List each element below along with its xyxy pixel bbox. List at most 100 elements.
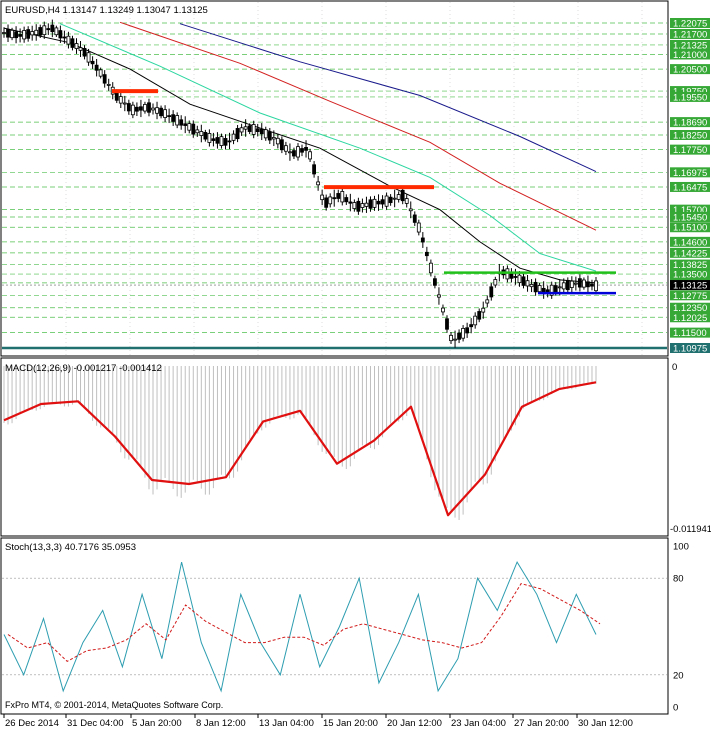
candle-body — [561, 282, 566, 290]
candle-body — [312, 164, 316, 175]
candle-body — [251, 124, 256, 135]
candle-body — [179, 119, 184, 126]
candle-body — [320, 194, 325, 201]
candle-body — [582, 279, 586, 288]
macd-top-label: 0 — [672, 362, 677, 373]
candle-body — [449, 334, 453, 342]
candle-body — [130, 104, 135, 116]
candle-body — [493, 279, 498, 286]
candle-body — [38, 27, 43, 36]
candle-body — [155, 107, 159, 114]
candle-body — [376, 200, 381, 205]
candle-body — [211, 138, 216, 141]
candle-body — [98, 69, 103, 77]
candle-body — [533, 281, 538, 293]
candle-body — [10, 29, 14, 39]
candle-body — [437, 294, 441, 298]
candle-body — [22, 30, 27, 40]
candle-body — [412, 214, 417, 223]
candle-body — [187, 123, 192, 131]
price-label: 1.12775 — [673, 291, 707, 302]
candle-body — [14, 31, 18, 39]
price-label: 1.12025 — [673, 313, 707, 324]
candle-body — [50, 24, 55, 33]
candle-body — [408, 208, 413, 212]
candle-body — [243, 126, 248, 130]
candle-body — [332, 197, 337, 200]
candle-body — [388, 196, 393, 204]
candle-body — [344, 197, 349, 203]
candle-body — [66, 35, 71, 45]
candle-body — [171, 114, 176, 122]
candle-body — [404, 198, 409, 204]
candle-body — [231, 133, 236, 141]
candle-body — [316, 181, 321, 186]
candle-body — [396, 194, 401, 200]
candle-body — [219, 136, 224, 147]
low-label: 1.10975 — [673, 344, 707, 355]
candle-body — [106, 83, 111, 86]
candle-body — [34, 29, 39, 36]
macd-panel-header: MACD(12,26,9) -0.001217 -0.001412 — [5, 363, 162, 374]
candle-body — [557, 286, 562, 289]
time-label: 15 Jan 20:00 — [323, 718, 378, 729]
candle-body — [6, 28, 10, 38]
stoch-level-label: 100 — [673, 542, 689, 553]
candle-body — [420, 237, 425, 243]
time-label: 5 Jan 20:00 — [132, 718, 182, 729]
candle-body — [259, 128, 264, 135]
candle-body — [573, 282, 578, 285]
candle-body — [207, 133, 212, 143]
price-label: 1.14225 — [673, 248, 707, 259]
candle-body — [453, 338, 457, 341]
price-label: 1.22075 — [673, 19, 707, 30]
candle-body — [102, 74, 107, 84]
candle-body — [175, 115, 180, 126]
candle-body — [284, 145, 288, 152]
candle-body — [2, 32, 6, 34]
candle-body — [151, 107, 155, 111]
candle-body — [457, 332, 461, 340]
candle-body — [594, 280, 598, 292]
candle-body — [356, 200, 361, 212]
candle-body — [445, 318, 449, 330]
macd-bottom-label: -0.011941 — [670, 524, 711, 535]
candle-body — [340, 191, 345, 203]
candle-body — [86, 52, 91, 63]
candle-body — [521, 276, 526, 286]
candle-body — [513, 276, 518, 278]
candle-body — [46, 28, 51, 31]
price-label: 1.19550 — [673, 92, 707, 103]
candle-body — [461, 328, 466, 339]
candle-body — [517, 274, 522, 284]
candle-body — [239, 127, 244, 133]
candle-body — [30, 31, 35, 36]
candle-body — [352, 202, 357, 209]
candle-body — [279, 139, 284, 151]
candle-body — [485, 299, 490, 304]
candle-body — [74, 43, 79, 49]
candle-body — [537, 285, 542, 293]
candle-body — [433, 278, 437, 286]
candle-body — [203, 131, 208, 140]
mt4-chart-window[interactable]: 10080200 1.220751.217001.213251.210001.2… — [0, 0, 711, 732]
candle-body — [586, 281, 590, 288]
candle-body — [247, 125, 252, 132]
candle-body — [227, 140, 232, 143]
time-label: 8 Jan 12:00 — [196, 718, 246, 729]
candle-body — [215, 137, 220, 144]
current-price-label: 1.13125 — [673, 281, 707, 292]
stoch-level-label: 0 — [673, 703, 678, 714]
candle-body — [275, 137, 280, 145]
candle-body — [577, 278, 582, 288]
candle-body — [489, 286, 494, 298]
candle-body — [380, 199, 385, 205]
candle-body — [18, 34, 23, 37]
candle-body — [416, 222, 421, 233]
candle-body — [328, 196, 333, 205]
time-label: 30 Jan 12:00 — [578, 718, 633, 729]
candle-body — [235, 128, 240, 140]
price-label: 1.11500 — [673, 328, 707, 339]
candle-body — [324, 197, 329, 208]
candle-body — [525, 280, 530, 287]
